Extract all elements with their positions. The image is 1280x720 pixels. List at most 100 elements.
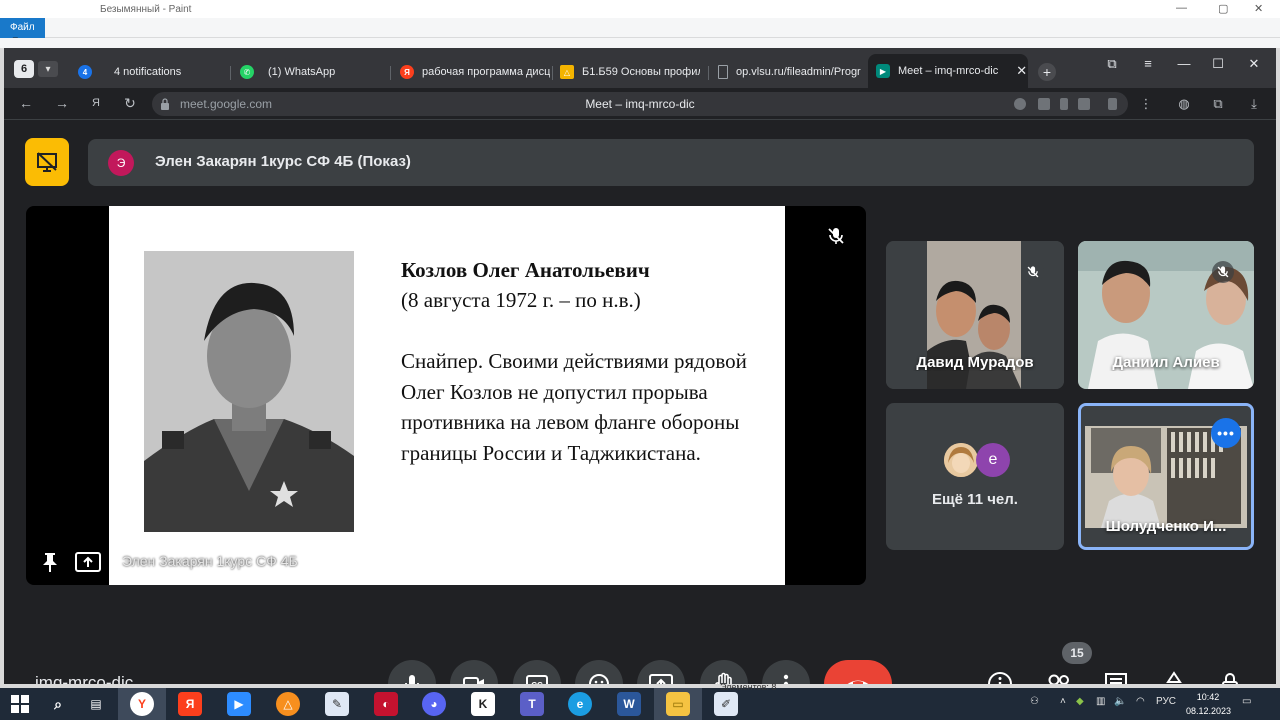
tab-notifications[interactable]: 4 4 notifications xyxy=(78,60,228,84)
zoom-icon[interactable]: ▶ xyxy=(227,692,251,716)
presentation-icon[interactable] xyxy=(25,138,69,186)
slide-title: Козлов Олег Анатольевич xyxy=(401,258,650,282)
bookmark-icon[interactable] xyxy=(1108,98,1117,110)
paint-maximize-button[interactable]: ▢ xyxy=(1218,2,1228,15)
leave-call-button[interactable] xyxy=(824,660,892,684)
present-screen-icon xyxy=(649,674,673,684)
participants-button[interactable] xyxy=(1044,670,1072,684)
portrait-photo xyxy=(144,251,354,532)
more-icon[interactable]: ⋮ xyxy=(1138,96,1154,112)
tab-yandex-search[interactable]: Я рабочая программа дисц xyxy=(400,60,550,84)
activities-button[interactable] xyxy=(1160,670,1188,684)
shapes-icon xyxy=(1166,671,1182,683)
yandex-browser-icon[interactable]: Y xyxy=(130,692,154,716)
wifi-icon[interactable]: ◠ xyxy=(1136,696,1145,707)
microphone-off-icon xyxy=(828,228,844,244)
close-tab-icon[interactable]: ✕ xyxy=(1016,63,1027,79)
meeting-info-button[interactable] xyxy=(986,670,1014,684)
teams-icon[interactable]: T xyxy=(520,692,544,716)
back-icon[interactable]: ← xyxy=(16,95,36,111)
task-view-icon[interactable]: ▤ xyxy=(84,692,108,716)
info-icon xyxy=(988,672,1012,684)
pin-icon[interactable] xyxy=(40,551,60,573)
participant-tile[interactable]: Даниил Алиев xyxy=(1078,241,1254,389)
more-options-icon[interactable]: ••• xyxy=(1211,418,1241,448)
participant-name: Давид Мурадов xyxy=(916,354,1034,371)
notifications-icon[interactable]: ▭ xyxy=(1242,696,1251,707)
maximize-button[interactable]: ☐ xyxy=(1208,56,1228,72)
globe-icon[interactable]: ◍ xyxy=(1176,96,1192,112)
participant-name: Даниил Алиев xyxy=(1112,354,1220,371)
notifications-badge-icon: 4 xyxy=(78,65,92,79)
edge-icon[interactable]: e xyxy=(568,692,592,716)
close-button[interactable]: ✕ xyxy=(1244,56,1264,72)
tray-chevron-icon[interactable]: ˄ xyxy=(1060,696,1066,707)
paint-close-button[interactable]: ✕ xyxy=(1254,2,1263,15)
tab-label: 4 notifications xyxy=(114,66,182,78)
people-icon xyxy=(1048,674,1069,684)
yandex-home-icon[interactable]: Я xyxy=(86,97,106,109)
tab-b1b59[interactable]: △ Б1.Б59 Основы профилак xyxy=(560,60,700,84)
word-icon[interactable]: W xyxy=(617,692,641,716)
person-icon[interactable]: ⚇ xyxy=(1030,696,1039,707)
present-screen-button[interactable] xyxy=(637,660,685,684)
participant-avatar: е xyxy=(976,443,1010,477)
tab-label: (1) WhatsApp xyxy=(268,66,336,78)
tab-bar: 6 ▾ 4 4 notifications ✆ (1) WhatsApp Я р… xyxy=(4,48,1276,88)
microphone-button[interactable] xyxy=(388,660,436,684)
tab-whatsapp[interactable]: ✆ (1) WhatsApp xyxy=(240,60,390,84)
presentation-off-icon xyxy=(37,152,57,172)
yandex-icon[interactable]: Я xyxy=(178,692,202,716)
search-icon[interactable]: ⌕ xyxy=(46,692,70,716)
new-tab-button[interactable]: + xyxy=(1038,63,1056,81)
collections-icon[interactable]: ⧉ xyxy=(1210,96,1226,112)
chat-button[interactable] xyxy=(1102,670,1130,684)
popout-icon[interactable] xyxy=(74,551,102,573)
reactions-button[interactable] xyxy=(575,660,623,684)
microphone-icon[interactable] xyxy=(1060,98,1068,110)
discord-icon[interactable]: ◕ xyxy=(422,692,446,716)
volume-icon[interactable]: 🔈 xyxy=(1114,696,1126,707)
tab-divider xyxy=(552,66,553,80)
tab-count-button[interactable]: 6 xyxy=(14,60,34,78)
paint-icon[interactable]: ✎ xyxy=(325,692,349,716)
clock[interactable]: 10:42 08.12.2023 xyxy=(1186,690,1231,718)
minimize-button[interactable]: — xyxy=(1174,56,1194,71)
file-explorer-icon[interactable]: ▭ xyxy=(666,692,690,716)
tray-app-icon[interactable]: ◆ xyxy=(1076,696,1084,707)
reload-icon[interactable]: ↻ xyxy=(120,95,140,112)
language-indicator[interactable]: РУС xyxy=(1156,696,1176,707)
search-icon[interactable] xyxy=(1014,98,1026,110)
presenter-avatar: Э xyxy=(108,150,134,176)
kaspersky-icon[interactable]: K xyxy=(471,692,495,716)
paint-app-icon[interactable]: ✐ xyxy=(714,692,738,716)
download-icon[interactable]: ⤓ xyxy=(1246,96,1262,112)
paint-title: Безымянный - Paint xyxy=(100,3,192,15)
menu-icon[interactable]: ≡ xyxy=(1138,56,1158,71)
camera-button[interactable] xyxy=(450,660,498,684)
tab-vlsu-file[interactable]: op.vlsu.ru/fileadmin/Progr xyxy=(718,60,864,84)
chat-icon[interactable] xyxy=(1078,98,1090,110)
paint-minimize-button[interactable]: — xyxy=(1176,2,1187,14)
captions-button[interactable]: CC xyxy=(513,660,561,684)
media-icon[interactable]: ◐ xyxy=(374,692,398,716)
raise-hand-button[interactable] xyxy=(700,660,748,684)
tab-label: op.vlsu.ru/fileadmin/Progr xyxy=(736,66,861,78)
forward-icon[interactable]: → xyxy=(52,95,72,111)
tab-meet[interactable]: ▶ Meet – imq-mrco-dic ✕ xyxy=(868,54,1028,88)
network-icon[interactable]: ▥ xyxy=(1096,696,1105,707)
more-participants-tile[interactable]: е Ещё 11 чел. xyxy=(886,403,1064,550)
camera-icon[interactable] xyxy=(1038,98,1050,110)
slide-body: Снайпер. Своими действиями рядовой Олег … xyxy=(401,349,747,465)
microphone-off-icon xyxy=(1212,261,1234,283)
more-options-button[interactable] xyxy=(762,660,810,684)
participant-tile[interactable]: Давид Мурадов xyxy=(886,241,1064,389)
host-controls-button[interactable] xyxy=(1218,670,1246,684)
tab-list-chevron-icon[interactable]: ▾ xyxy=(38,61,58,77)
collections-icon[interactable]: ⧉ xyxy=(1102,56,1122,72)
omnibox[interactable]: meet.google.com Meet – imq-mrco-dic xyxy=(152,92,1128,116)
participant-avatar xyxy=(944,443,978,477)
participant-tile[interactable]: ••• Шолудченко И... xyxy=(1078,403,1254,550)
avast-icon[interactable]: △ xyxy=(276,692,300,716)
windows-start-icon[interactable] xyxy=(8,692,32,716)
